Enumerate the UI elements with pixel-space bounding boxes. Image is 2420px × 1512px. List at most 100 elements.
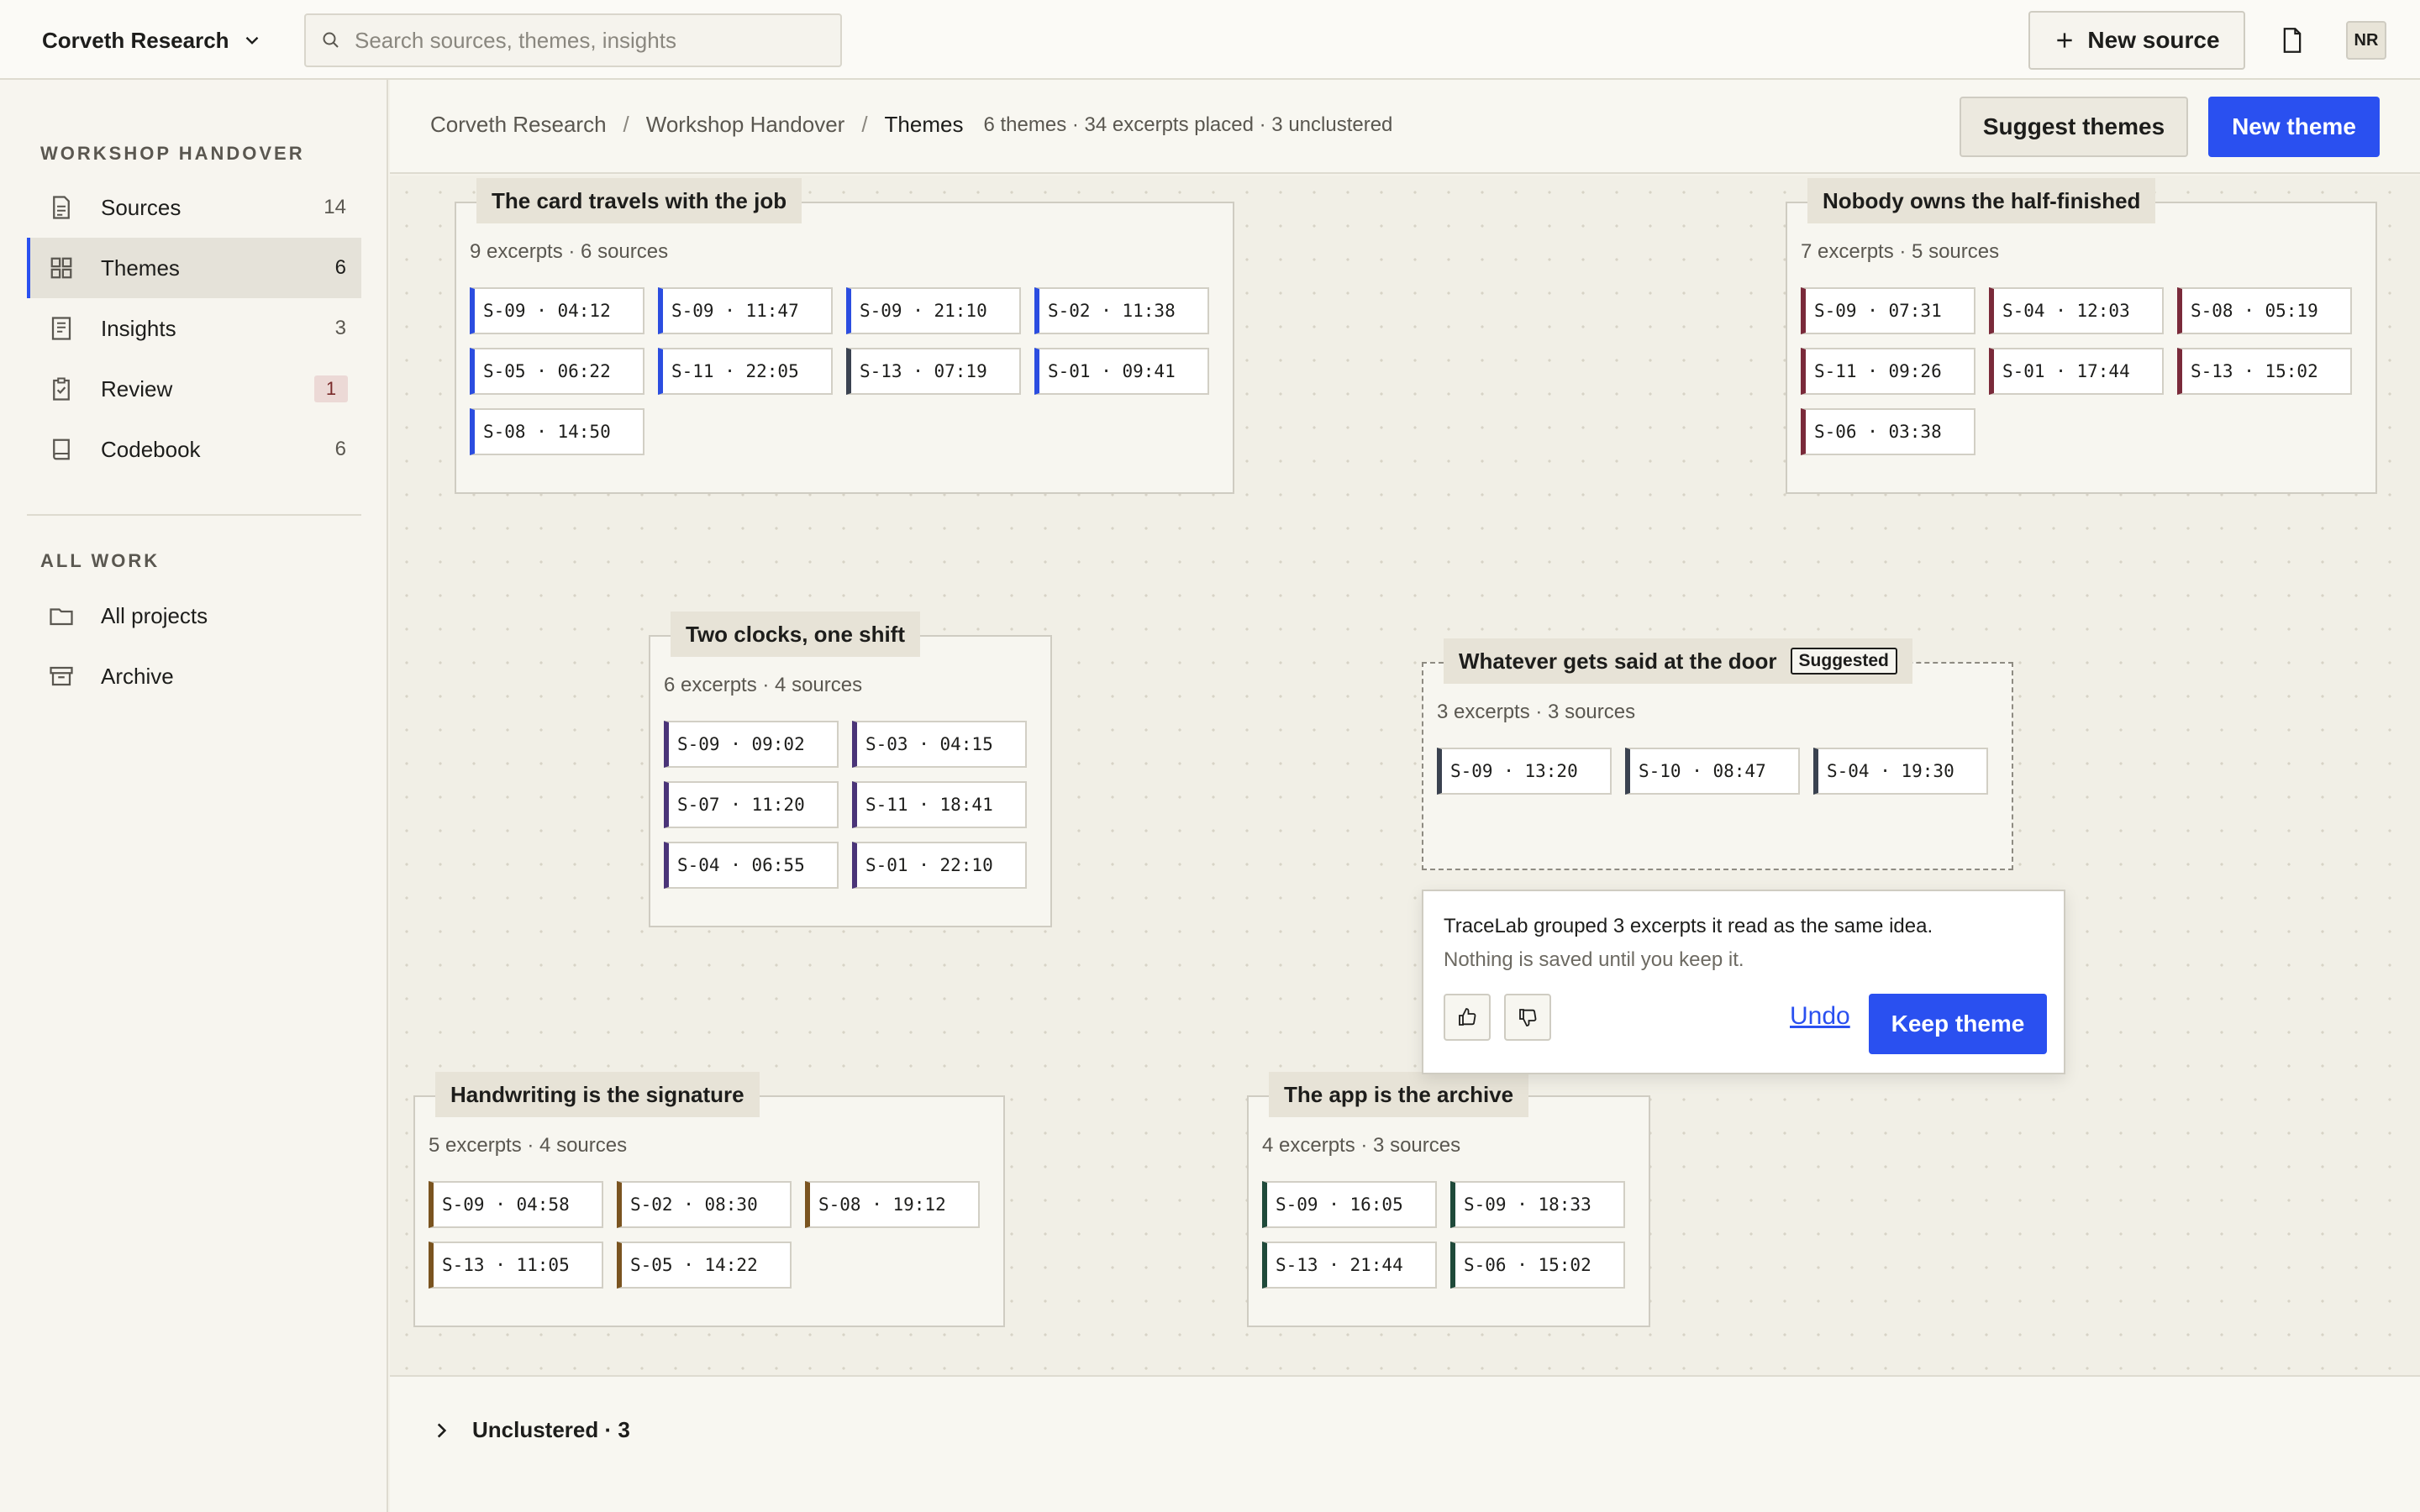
breadcrumb: Corveth Research / Workshop Handover / T… [430,112,1392,138]
theme-title[interactable]: The card travels with the job [476,178,802,223]
excerpt-chip[interactable]: S-13 · 11:05 [429,1242,603,1289]
theme-meta: 7 excerpts · 5 sources [1801,240,2000,263]
unclustered-toggle[interactable]: Unclustered · 3 [430,1417,630,1443]
excerpt-chip[interactable]: S-09 · 13:20 [1437,748,1612,795]
sidebar-item-all-projects[interactable]: All projects [27,585,361,646]
suggested-theme-card[interactable]: Whatever gets said at the door Suggested… [1422,638,2013,870]
excerpt-chip[interactable]: S-02 · 11:38 [1034,287,1209,334]
excerpt-chip[interactable]: S-09 · 21:10 [846,287,1021,334]
excerpt-chip[interactable]: S-09 · 04:58 [429,1181,603,1228]
excerpt-chip[interactable]: S-06 · 03:38 [1801,408,1975,455]
excerpt-chip[interactable]: S-09 · 18:33 [1450,1181,1625,1228]
theme-title[interactable]: The app is the archive [1269,1072,1529,1117]
new-source-button[interactable]: New source [2028,11,2245,70]
excerpt-chip[interactable]: S-13 · 15:02 [2177,348,2352,395]
theme-title[interactable]: Two clocks, one shift [671,612,921,657]
thumbs-up-button[interactable] [1444,994,1491,1041]
document-icon [47,193,76,222]
suggestion-popover: TraceLab grouped 3 excerpts it read as t… [1422,890,2065,1074]
avatar-initials: NR [2354,30,2379,50]
search-icon [323,32,339,48]
search-box[interactable] [304,13,842,67]
theme-card[interactable]: Nobody owns the half-finished 7 excerpts… [1786,178,2377,494]
excerpt-chip[interactable]: S-08 · 05:19 [2177,287,2352,334]
suggest-themes-button[interactable]: Suggest themes [1960,97,2188,157]
sidebar-item-count: 14 [324,196,346,218]
theme-title-text: The app is the archive [1284,1081,1514,1107]
theme-title-text: Two clocks, one shift [686,621,906,647]
breadcrumb-project[interactable]: Workshop Handover [646,112,845,138]
sidebar-item-label: Sources [101,194,182,220]
new-theme-button[interactable]: New theme [2208,97,2380,157]
notes-icon [47,314,76,343]
chevron-right-icon [437,1422,447,1438]
excerpt-chip[interactable]: S-11 · 22:05 [658,348,833,395]
workspace-switcher[interactable]: Corveth Research [42,24,263,57]
keep-theme-button[interactable]: Keep theme [1869,994,2047,1054]
sidebar-item-archive[interactable]: Archive [27,646,361,706]
sidebar-item-codebook[interactable]: Codebook 6 [27,419,361,480]
sidebar: WORKSHOP HANDOVER Sources 14 Themes 6 In… [0,80,388,1512]
theme-meta: 4 excerpts · 3 sources [1262,1134,1461,1157]
excerpt-chip[interactable]: S-05 · 14:22 [617,1242,792,1289]
excerpt-list: S-09 · 04:58 S-02 · 08:30 S-08 · 19:12 S-13… [429,1181,980,1289]
sidebar-item-insights[interactable]: Insights 3 [27,298,361,359]
excerpt-chip[interactable]: S-11 · 18:41 [852,781,1027,828]
workspace-name: Corveth Research [42,27,229,53]
theme-title[interactable]: Handwriting is the signature [435,1072,760,1117]
excerpt-chip[interactable]: S-09 · 04:12 [470,287,644,334]
sidebar-item-sources[interactable]: Sources 14 [27,177,361,238]
excerpt-chip[interactable]: S-11 · 09:26 [1801,348,1975,395]
theme-card[interactable]: The app is the archive 4 excerpts · 3 so… [1247,1072,1650,1327]
breadcrumb-current: Themes [884,112,964,137]
excerpt-list: S-09 · 16:05 S-09 · 18:33 S-13 · 21:44 S-06… [1262,1181,1625,1289]
sidebar-item-count: 3 [334,317,346,339]
breadcrumb-separator: / [861,112,868,137]
theme-title-text: The card travels with the job [492,187,787,213]
document-button[interactable] [2275,22,2309,59]
archive-icon [47,662,76,690]
search-input[interactable] [355,27,825,54]
theme-card[interactable]: Handwriting is the signature 5 excerpts … [413,1072,1005,1327]
unclustered-panel: Unclustered · 3 [390,1375,2420,1512]
themes-canvas[interactable]: The card travels with the job 9 excerpts… [390,176,2420,1375]
excerpt-chip[interactable]: S-09 · 16:05 [1262,1181,1437,1228]
excerpt-chip[interactable]: S-13 · 21:44 [1262,1242,1437,1289]
excerpt-chip[interactable]: S-06 · 15:02 [1450,1242,1625,1289]
chevron-down-icon [245,36,258,45]
top-bar: Corveth Research New source NR [0,0,2420,80]
excerpt-chip[interactable]: S-01 · 17:44 [1989,348,2164,395]
excerpt-chip[interactable]: S-01 · 22:10 [852,842,1027,889]
excerpt-chip[interactable]: S-03 · 04:15 [852,721,1027,768]
excerpt-chip[interactable]: S-08 · 14:50 [470,408,644,455]
thumbs-down-button[interactable] [1504,994,1551,1041]
excerpt-chip[interactable]: S-04 · 19:30 [1813,748,1988,795]
theme-card[interactable]: Two clocks, one shift 6 excerpts · 4 sou… [649,612,1052,927]
excerpt-chip[interactable]: S-04 · 12:03 [1989,287,2164,334]
excerpt-chip[interactable]: S-07 · 11:20 [664,781,839,828]
excerpt-chip[interactable]: S-09 · 07:31 [1801,287,1975,334]
folder-icon [47,601,76,630]
excerpt-chip[interactable]: S-13 · 07:19 [846,348,1021,395]
avatar[interactable]: NR [2346,21,2386,60]
excerpt-chip[interactable]: S-04 · 06:55 [664,842,839,889]
theme-title-text: Handwriting is the signature [450,1081,744,1107]
sidebar-item-themes[interactable]: Themes 6 [27,238,361,298]
theme-title[interactable]: Whatever gets said at the door Suggested [1444,638,1912,684]
document-icon [2283,28,2302,53]
excerpt-chip[interactable]: S-02 · 08:30 [617,1181,792,1228]
excerpt-chip[interactable]: S-01 · 09:41 [1034,348,1209,395]
sidebar-item-review[interactable]: Review 1 [27,359,361,419]
undo-link[interactable]: Undo [1790,1002,1850,1031]
excerpt-chip[interactable]: S-08 · 19:12 [805,1181,980,1228]
excerpt-chip[interactable]: S-05 · 06:22 [470,348,644,395]
page-header: Corveth Research / Workshop Handover / T… [390,80,2420,174]
sidebar-divider [27,514,361,516]
excerpt-chip[interactable]: S-10 · 08:47 [1625,748,1800,795]
new-source-label: New source [2087,27,2220,53]
breadcrumb-workspace[interactable]: Corveth Research [430,112,607,138]
theme-card[interactable]: The card travels with the job 9 excerpts… [455,178,1234,494]
excerpt-chip[interactable]: S-09 · 11:47 [658,287,833,334]
theme-title[interactable]: Nobody owns the half-finished [1807,178,2156,223]
excerpt-chip[interactable]: S-09 · 09:02 [664,721,839,768]
